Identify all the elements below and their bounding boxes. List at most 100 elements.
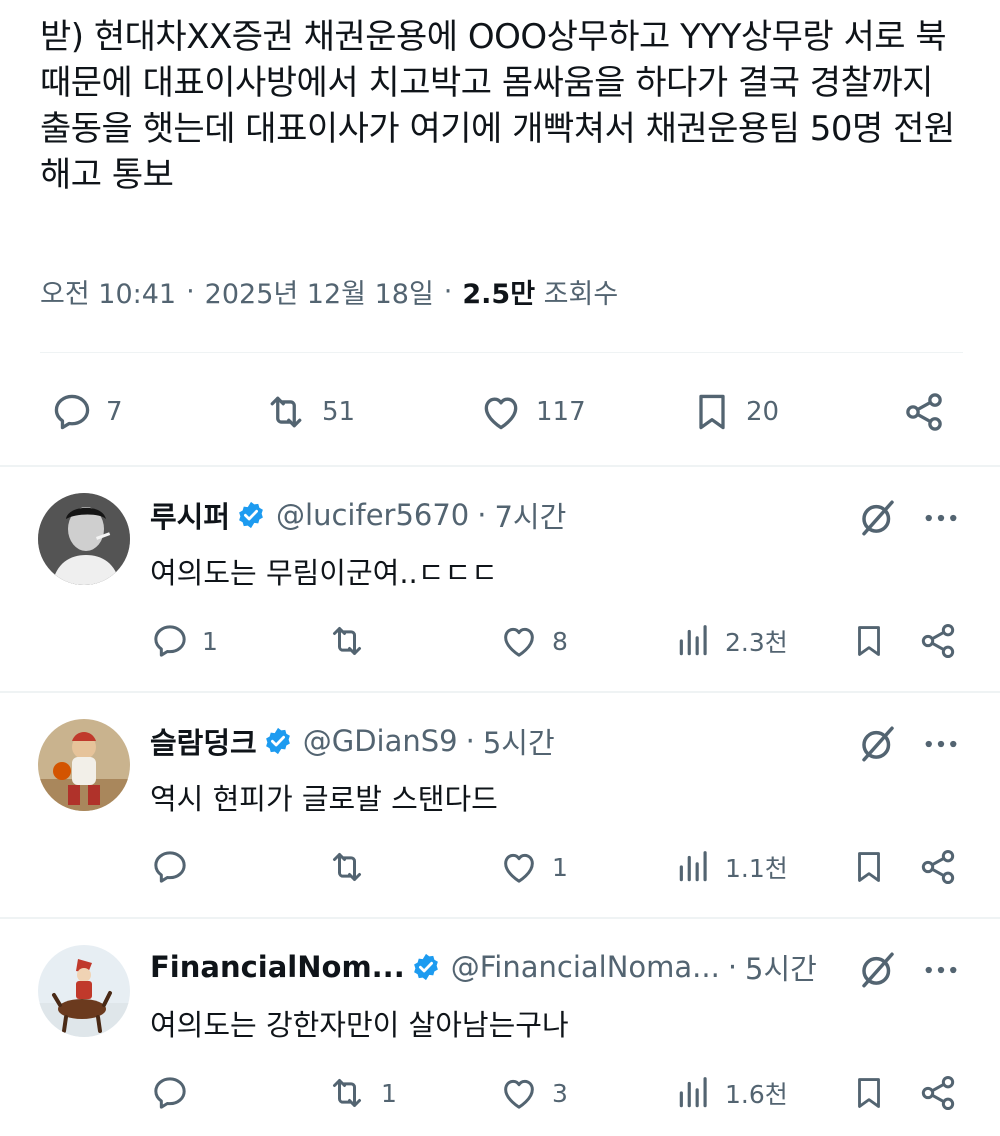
views-button[interactable]: 1.1천	[675, 843, 788, 891]
share-button[interactable]	[918, 1069, 958, 1117]
view-count: 1.1천	[725, 854, 788, 883]
author-handle[interactable]: @lucifer5670	[276, 498, 469, 532]
grok-icon[interactable]	[857, 497, 899, 543]
bar-chart-icon	[679, 1077, 707, 1108]
meta-separator: ·	[465, 724, 475, 758]
bookmark-button[interactable]	[850, 843, 888, 891]
tweet-action-bar: 7 51 117 20	[40, 386, 960, 438]
reply-count: 1	[202, 626, 218, 656]
avatar[interactable]	[38, 493, 130, 585]
reply-button[interactable]: 1	[150, 617, 218, 665]
reply-header: 루시퍼 @lucifer5670 · 7시간	[150, 495, 566, 535]
divider	[40, 352, 963, 353]
reply-text: 여의도는 강한자만이 살아남는구나	[150, 1008, 569, 1042]
repost-button[interactable]: 1	[325, 1069, 397, 1117]
view-count: 2.3천	[725, 628, 788, 657]
bar-chart-icon	[679, 851, 707, 882]
grok-icon[interactable]	[857, 723, 899, 769]
verified-badge-icon	[236, 500, 266, 530]
meta-separator: ·	[727, 950, 738, 984]
meta-separator: ·	[186, 276, 195, 307]
views-button[interactable]: 1.6천	[675, 1069, 788, 1117]
reply-header: 슬람덩크 @GDianS9 · 5시간	[150, 721, 555, 761]
like-button[interactable]: 117	[478, 386, 586, 438]
heart-icon	[484, 397, 518, 430]
repost-arrows-icon	[333, 853, 361, 881]
repost-button[interactable]	[325, 617, 381, 665]
meta-separator: ·	[443, 276, 453, 307]
author-handle[interactable]: @FinancialNoma...	[451, 950, 720, 984]
share-icon	[921, 624, 955, 658]
bookmark-button[interactable]: 20	[690, 386, 779, 438]
heart-icon	[504, 853, 534, 883]
tweet-date[interactable]: 2025년 12월 18일	[205, 272, 434, 311]
reply-time[interactable]: 5시간	[483, 720, 555, 762]
reply-button[interactable]	[150, 843, 202, 891]
repost-count: 1	[381, 1078, 397, 1108]
views-label: 조회수	[543, 279, 619, 310]
more-dots-icon[interactable]	[920, 497, 962, 543]
reply-item[interactable]: 슬람덩크 @GDianS9 · 5시간 역시 현피가 글로발 스탠다드 1 1.…	[0, 693, 1000, 917]
speech-bubble-icon	[154, 1077, 186, 1109]
reply-button[interactable]: 7	[50, 386, 123, 438]
bookmark-button[interactable]	[850, 617, 888, 665]
tweet-text: 받) 현대차XX증권 채권운용에 OOO상무하고 YYY상무랑 서로 북 때문에…	[40, 17, 955, 195]
verified-badge-icon	[263, 726, 293, 756]
heart-icon	[504, 627, 534, 657]
like-count: 1	[552, 852, 568, 882]
reply-header: FinancialNom... @FinancialNoma... · 5시간	[150, 947, 817, 987]
repost-arrows-icon	[333, 1079, 361, 1107]
share-button[interactable]	[902, 386, 946, 438]
bookmark-icon	[858, 1078, 880, 1108]
author-name[interactable]: 루시퍼	[150, 494, 230, 536]
reply-item[interactable]: FinancialNom... @FinancialNoma... · 5시간 …	[0, 919, 1000, 1136]
repost-count: 51	[322, 397, 356, 427]
avatar[interactable]	[38, 945, 130, 1037]
repost-button[interactable]: 51	[262, 386, 355, 438]
share-icon	[921, 1076, 955, 1110]
like-count: 3	[552, 1078, 568, 1108]
grok-icon[interactable]	[857, 949, 899, 995]
verified-badge-icon	[411, 952, 441, 982]
views-count: 2.5만	[462, 279, 536, 310]
more-dots-icon[interactable]	[920, 723, 962, 769]
reply-count: 7	[106, 397, 123, 427]
like-button[interactable]: 8	[498, 617, 568, 665]
repost-arrows-icon	[333, 627, 361, 655]
repost-button[interactable]	[325, 843, 381, 891]
more-dots-icon[interactable]	[920, 949, 962, 995]
reply-item[interactable]: 루시퍼 @lucifer5670 · 7시간 여의도는 무림이군여..ㄷㄷㄷ 1…	[0, 467, 1000, 691]
bookmark-count: 20	[746, 397, 780, 427]
like-count: 8	[552, 626, 568, 656]
author-name[interactable]: 슬람덩크	[150, 720, 257, 762]
avatar[interactable]	[38, 719, 130, 811]
share-button[interactable]	[918, 617, 958, 665]
author-name[interactable]: FinancialNom...	[150, 950, 405, 984]
bookmark-button[interactable]	[850, 1069, 888, 1117]
speech-bubble-icon	[54, 394, 90, 430]
view-count: 1.6천	[725, 1080, 788, 1109]
share-icon	[906, 393, 942, 431]
views-button[interactable]: 2.3천	[675, 617, 788, 665]
reply-button[interactable]	[150, 1069, 202, 1117]
reply-text: 여의도는 무림이군여..ㄷㄷㄷ	[150, 556, 498, 590]
tweet-meta: 오전 10:41 · 2025년 12월 18일 · 2.5만 조회수	[40, 272, 618, 311]
heart-icon	[504, 1079, 534, 1109]
speech-bubble-icon	[154, 851, 186, 883]
reply-time[interactable]: 5시간	[745, 946, 817, 988]
bookmark-icon	[858, 852, 880, 882]
tweet-time[interactable]: 오전 10:41	[40, 272, 176, 311]
bookmark-icon	[699, 394, 725, 430]
reply-time[interactable]: 7시간	[494, 494, 566, 536]
share-icon	[921, 850, 955, 884]
bookmark-icon	[858, 626, 880, 656]
reply-text: 역시 현피가 글로발 스탠다드	[150, 782, 498, 816]
meta-separator: ·	[477, 498, 487, 532]
author-handle[interactable]: @GDianS9	[303, 724, 458, 758]
like-button[interactable]: 1	[498, 843, 568, 891]
bar-chart-icon	[679, 625, 707, 656]
like-button[interactable]: 3	[498, 1069, 568, 1117]
like-count: 117	[536, 397, 586, 427]
repost-arrows-icon	[270, 396, 302, 428]
share-button[interactable]	[918, 843, 958, 891]
